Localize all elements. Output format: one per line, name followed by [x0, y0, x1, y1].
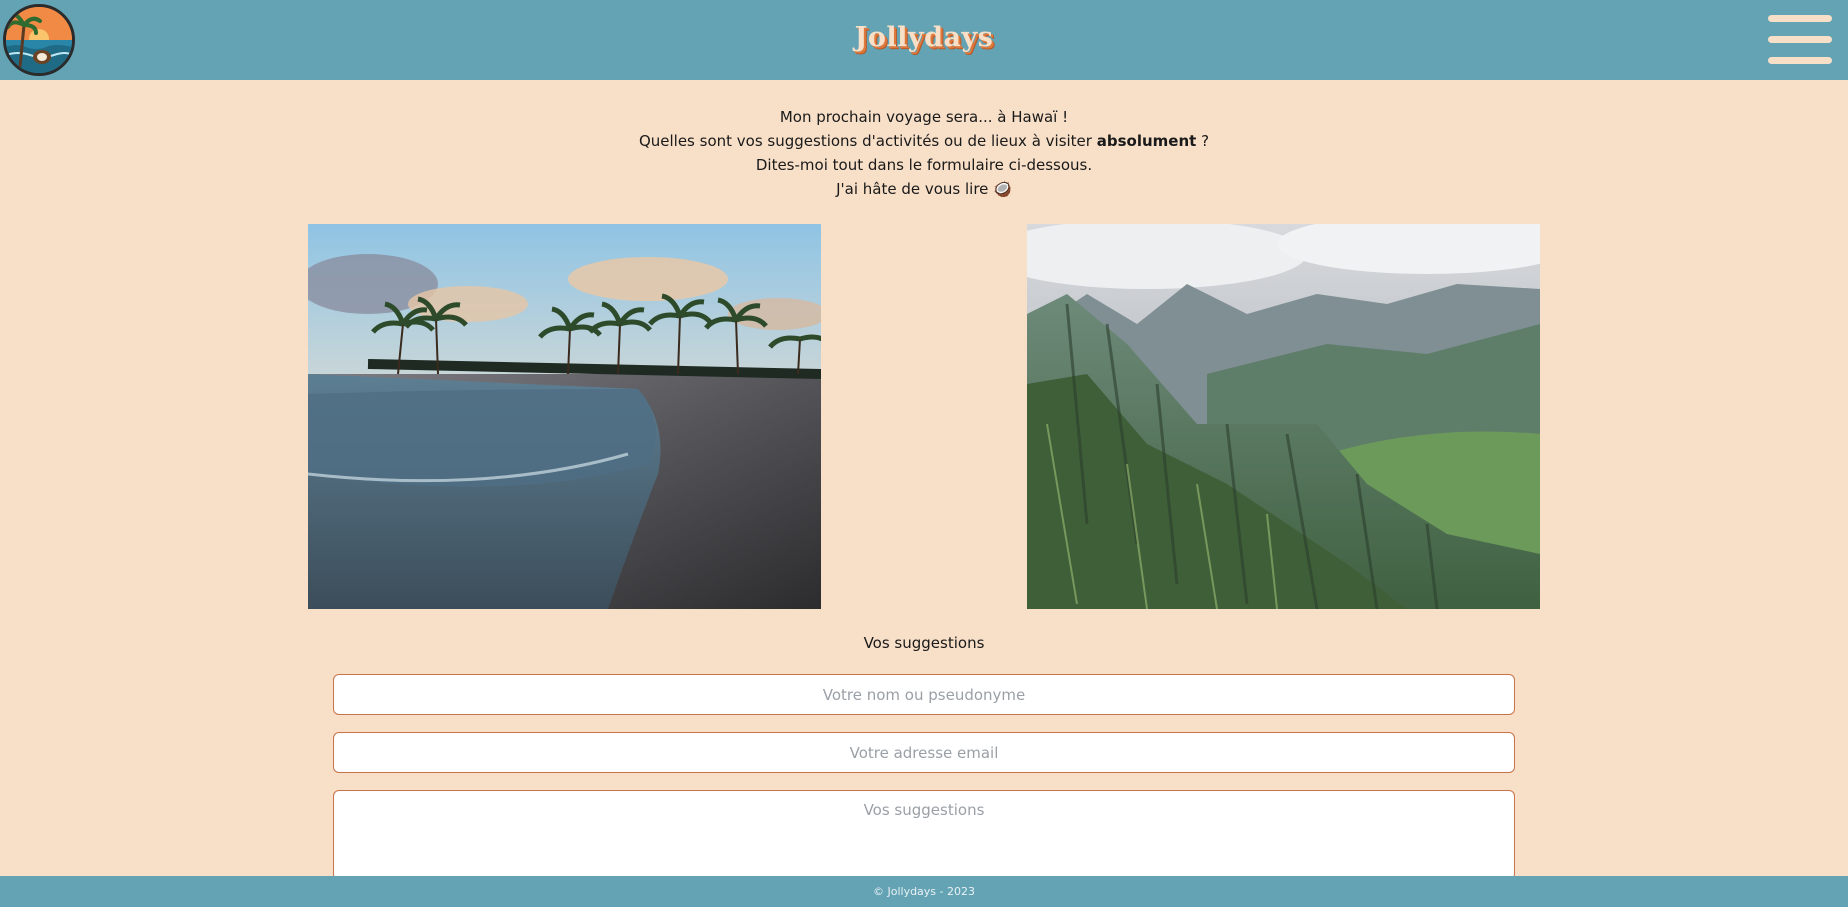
intro-line-1: Mon prochain voyage sera... à Hawaï ! — [779, 108, 1069, 126]
menu-bar-top — [1768, 15, 1832, 22]
intro-line-3: Dites-moi tout dans le formulaire ci-des… — [755, 156, 1093, 174]
intro-line-4-text: J'ai hâte de vous lire — [836, 180, 989, 198]
copyright-text: © Jollydays - 2023 — [872, 885, 975, 898]
intro-line-2-start: Quelles sont vos suggestions d'activités… — [638, 132, 1097, 150]
suggestions-textarea[interactable] — [333, 790, 1515, 880]
intro-text: Mon prochain voyage sera... à Hawaï ! Qu… — [0, 105, 1848, 201]
menu-bar-bottom — [1768, 57, 1832, 64]
beach-photo — [308, 224, 821, 609]
intro-line-2-end: ? — [1196, 132, 1210, 150]
intro-line-4: J'ai hâte de vous lire 🥥 — [0, 177, 1848, 201]
email-input[interactable] — [333, 732, 1515, 773]
mountains-photo — [1027, 224, 1540, 609]
hamburger-menu-icon[interactable] — [1768, 15, 1832, 65]
form-title: Vos suggestions — [863, 634, 985, 652]
site-title[interactable]: Jollydays — [0, 22, 1848, 53]
name-input[interactable] — [333, 674, 1515, 715]
menu-bar-middle — [1768, 36, 1832, 43]
intro-emphasis: absolument — [1096, 132, 1197, 150]
intro-line-2: Quelles sont vos suggestions d'activités… — [0, 129, 1848, 153]
site-header: Jollydays — [0, 0, 1848, 80]
site-footer: © Jollydays - 2023 — [0, 876, 1848, 907]
coconut-icon: 🥥 — [993, 180, 1012, 198]
